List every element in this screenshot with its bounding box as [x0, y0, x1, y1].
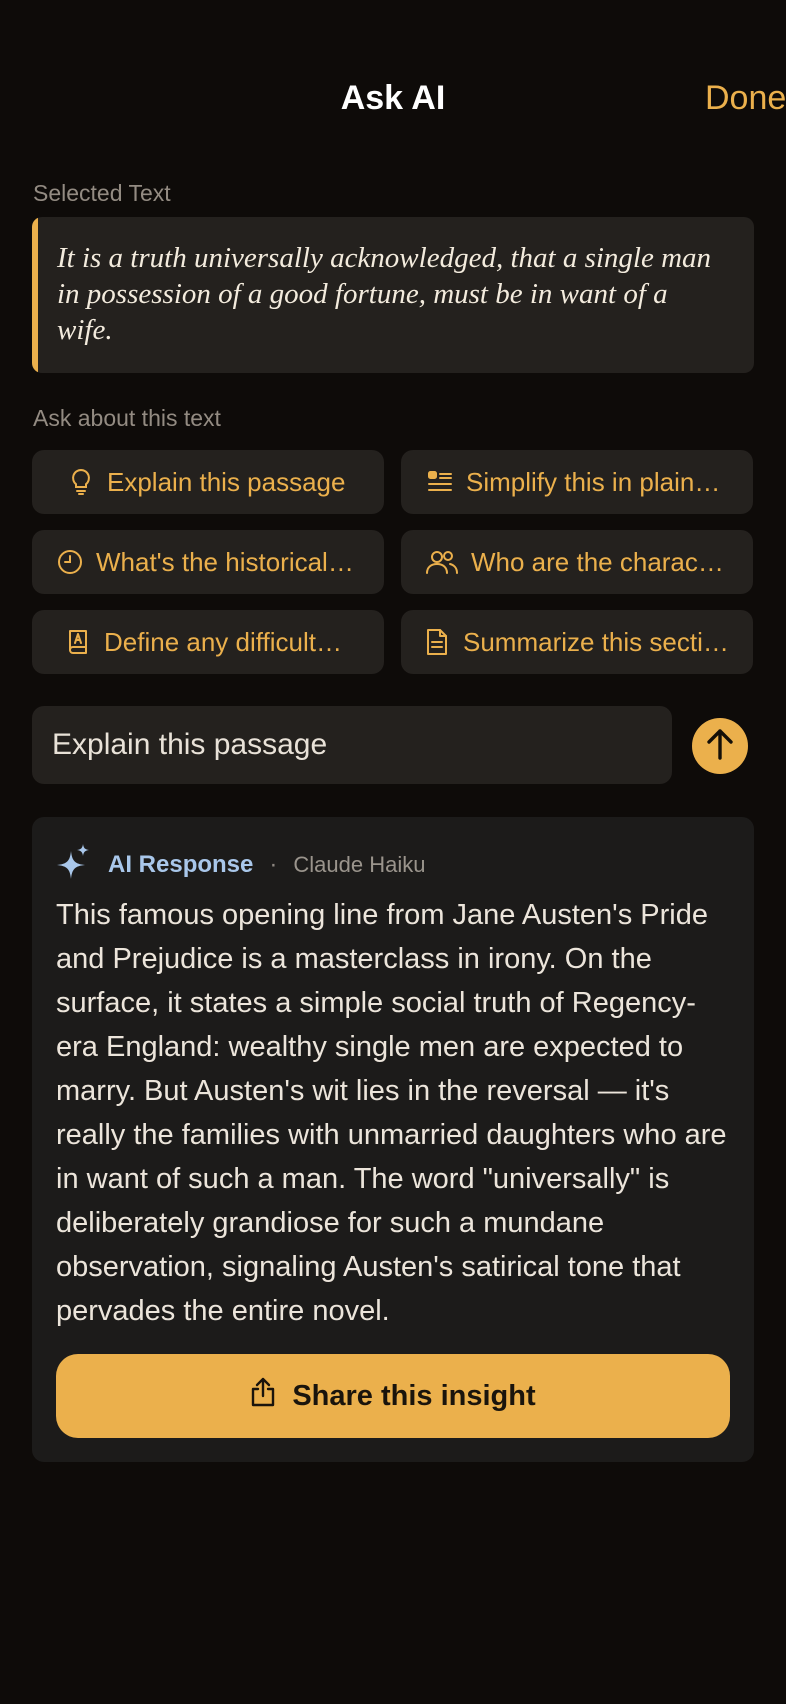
clock-icon [56, 548, 84, 576]
text-lines-icon [426, 468, 454, 496]
chip-label: Define any difficult… [104, 626, 342, 657]
share-icon [250, 1376, 276, 1416]
chip-historical[interactable]: What's the historical… [32, 530, 384, 594]
arrow-up-icon [704, 727, 736, 766]
header: Ask AI Done [0, 0, 786, 195]
quote-text: It is a truth universally acknowledged, … [57, 242, 712, 346]
response-header: AI Response · Claude Haiku [56, 843, 425, 887]
chip-summarize[interactable]: Summarize this secti… [401, 610, 753, 674]
dictionary-icon [64, 628, 92, 656]
response-text: This famous opening line from Jane Auste… [56, 899, 727, 1327]
document-icon [423, 628, 451, 656]
selected-text-label: Selected Text [33, 180, 171, 206]
ai-response-card: AI Response · Claude Haiku This famous o… [32, 817, 754, 1462]
chip-characters[interactable]: Who are the charac… [401, 530, 753, 594]
chip-explain-passage[interactable]: Explain this passage [32, 450, 384, 514]
response-title: AI Response [108, 851, 254, 878]
quote-accent-bar [32, 217, 38, 373]
chip-label: Summarize this secti… [463, 626, 729, 657]
separator-dot: · [269, 851, 278, 878]
people-icon [425, 548, 459, 576]
page-title: Ask AI [340, 79, 446, 117]
sparkles-icon [56, 843, 90, 888]
chip-simplify[interactable]: Simplify this in plain… [401, 450, 753, 514]
chip-define-words[interactable]: Define any difficult… [32, 610, 384, 674]
ask-about-label: Ask about this text [33, 405, 221, 431]
done-button[interactable]: Done [705, 75, 786, 121]
send-button[interactable] [692, 718, 748, 774]
model-name: Claude Haiku [293, 852, 426, 877]
chip-label: Simplify this in plain… [466, 466, 721, 497]
chip-label: Who are the charac… [471, 546, 724, 577]
selected-text-quote: It is a truth universally acknowledged, … [32, 217, 754, 373]
share-label: Share this insight [292, 1379, 536, 1412]
question-input[interactable]: Explain this passage [32, 706, 672, 784]
share-insight-button[interactable]: Share this insight [56, 1354, 730, 1438]
chip-label: Explain this passage [107, 466, 346, 497]
chip-label: What's the historical… [96, 546, 354, 577]
lightbulb-icon [67, 468, 95, 496]
